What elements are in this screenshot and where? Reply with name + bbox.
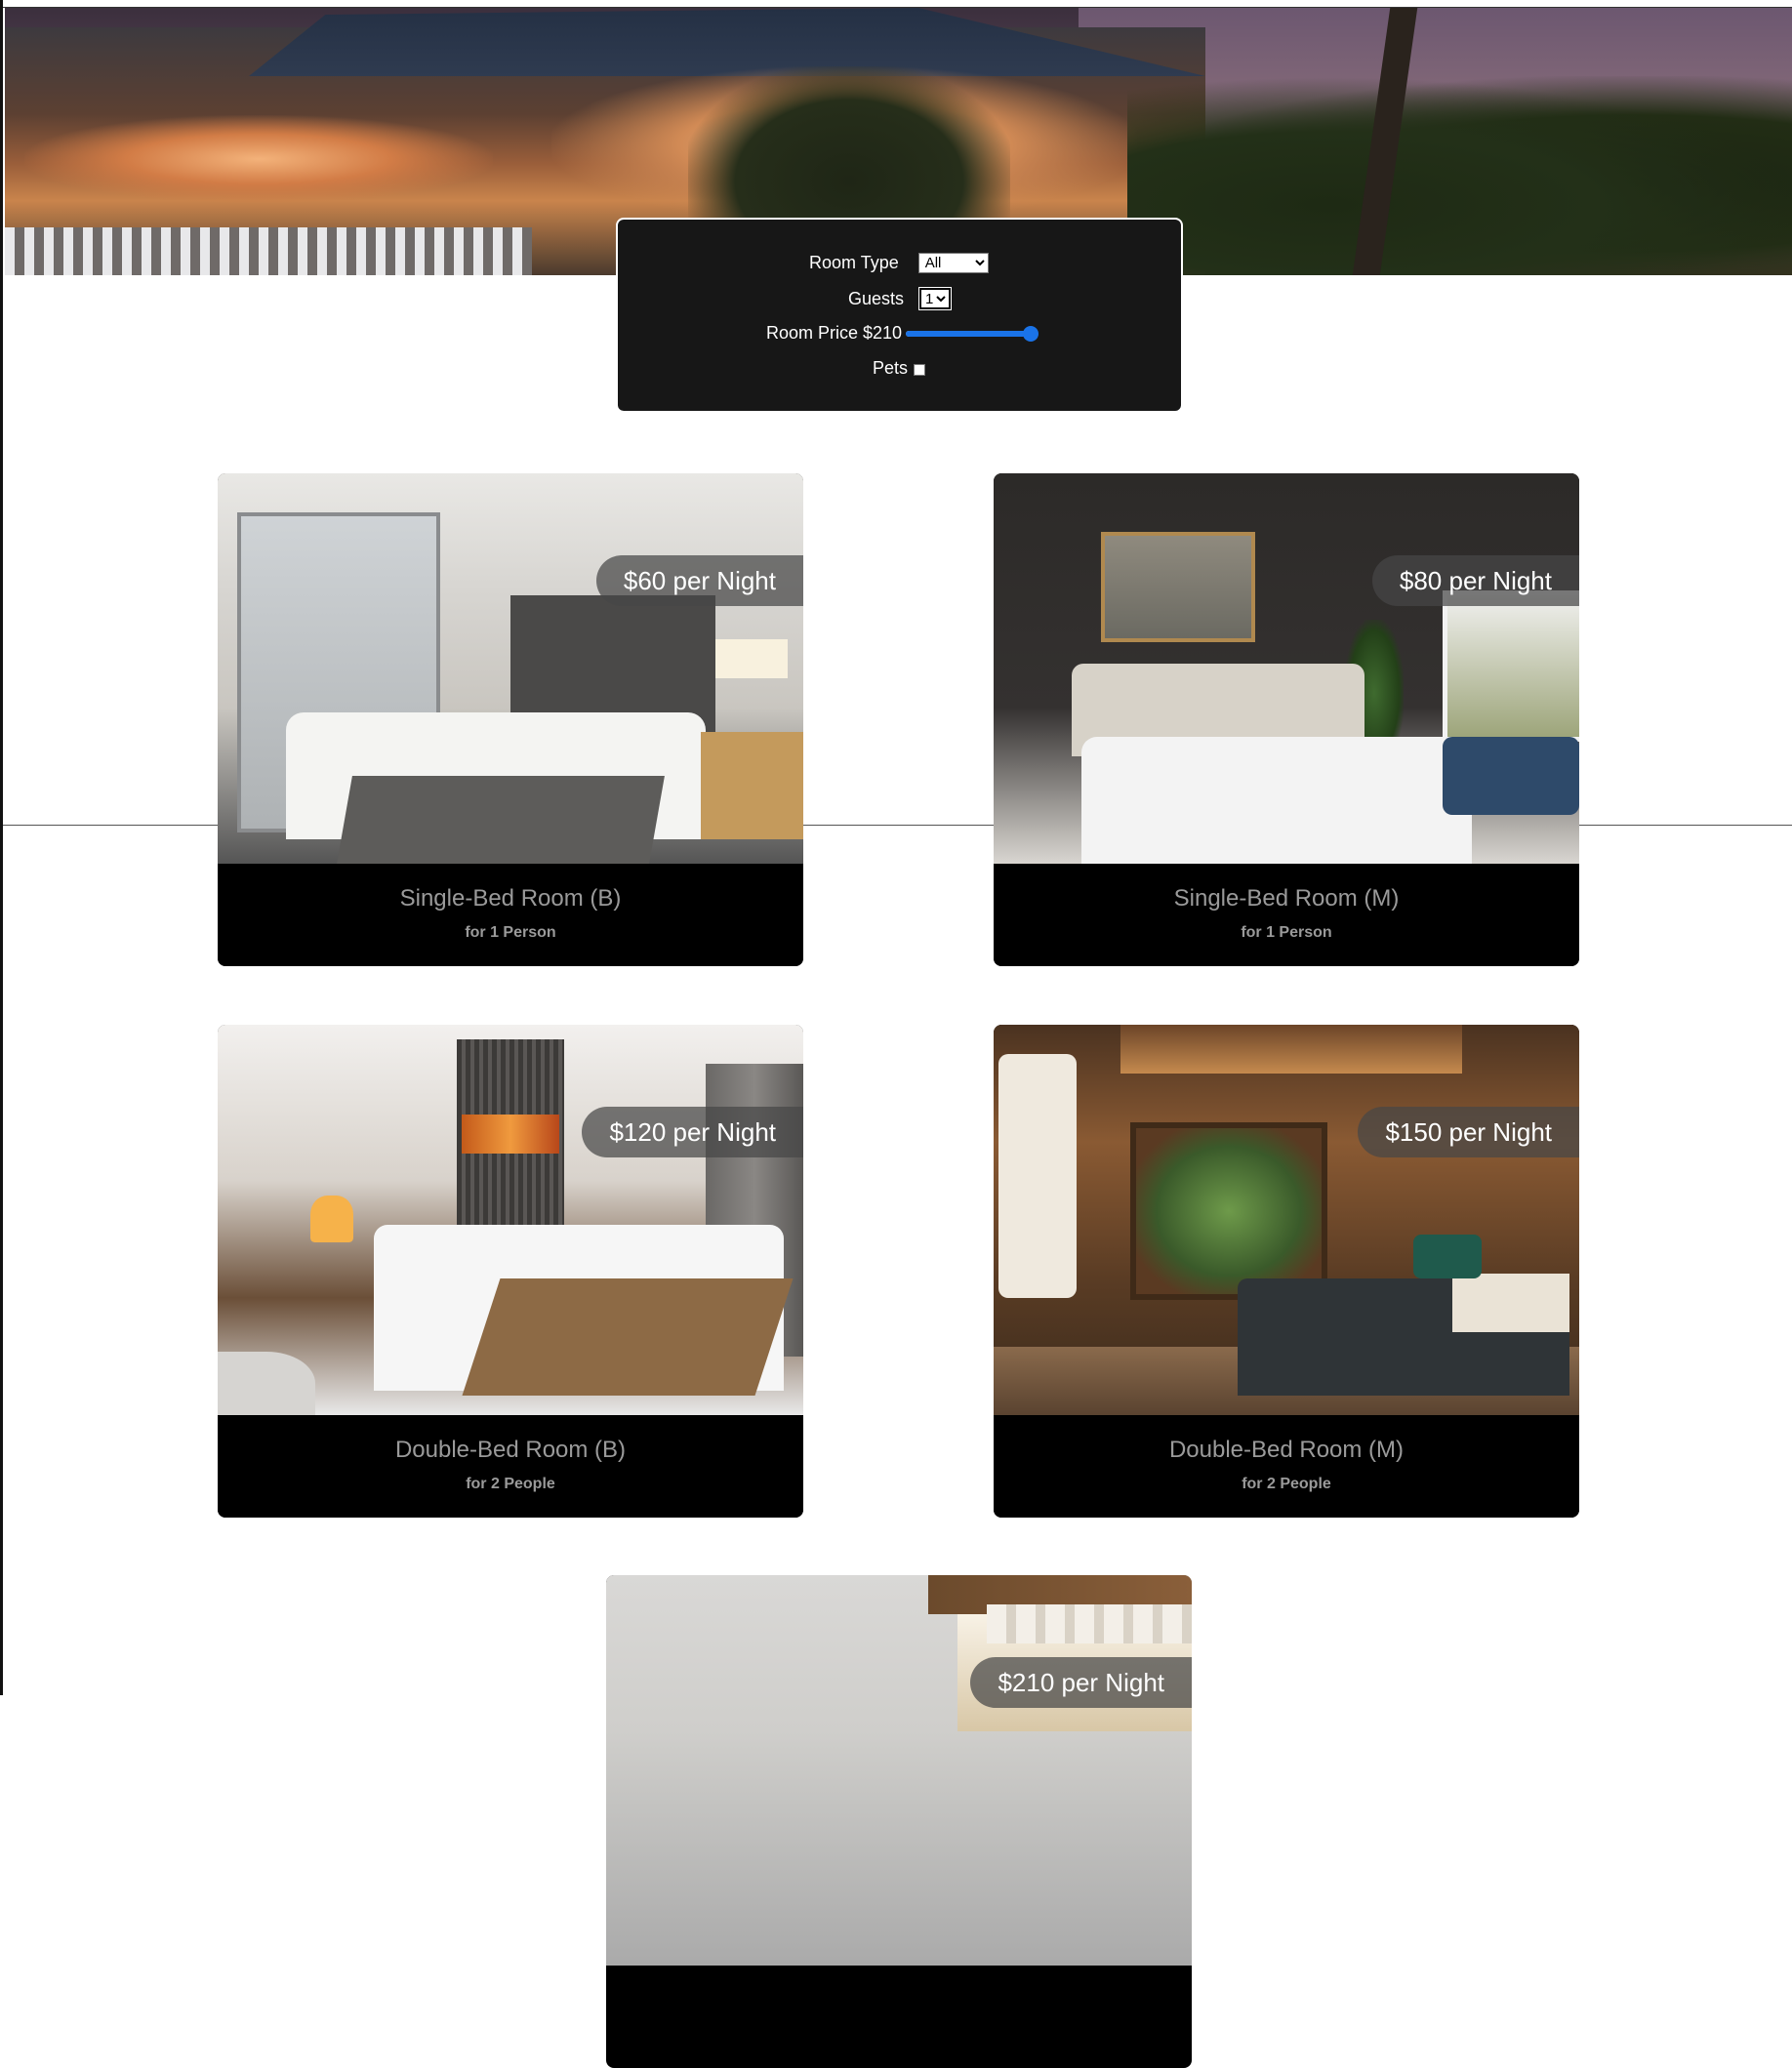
room-name: Single-Bed Room (B): [399, 885, 622, 912]
room-name: Single-Bed Room (M): [1173, 885, 1400, 912]
photo-fireplace: [462, 1115, 559, 1154]
room-card[interactable]: $150 per Night Double-Bed Room (M) for 2…: [994, 1025, 1579, 1518]
photo-sofa: [1443, 737, 1579, 815]
hero-trees: [1127, 76, 1792, 275]
room-info: Single-Bed Room (M) for 1 Person: [994, 864, 1579, 966]
room-info: Single-Bed Room (B) for 1 Person: [218, 864, 803, 966]
room-price-label: Room Price $210: [766, 323, 903, 343]
slider-fill: [906, 330, 1032, 337]
photo-bed: [1081, 737, 1472, 864]
photo-window: [1443, 590, 1579, 742]
room-capacity: for 2 People: [466, 1476, 555, 1492]
hero-fence: [5, 227, 532, 275]
photo-art: [1101, 532, 1255, 642]
price-badge: $60 per Night: [595, 555, 803, 606]
page-left-border: [0, 0, 3, 1695]
room-type-label: Room Type: [809, 253, 899, 272]
room-search-panel: Room Type All Guests 1 Room Price $210 P…: [616, 218, 1183, 413]
room-photo: $210 per Night: [606, 1575, 1192, 1966]
room-info: Double-Bed Room (M) for 2 People: [994, 1415, 1579, 1518]
pets-checkbox[interactable]: [914, 363, 926, 376]
room-type-row: Room Type All: [809, 253, 989, 273]
room-card[interactable]: $210 per Night: [606, 1575, 1192, 2068]
room-photo: $60 per Night: [218, 473, 803, 864]
room-info: Double-Bed Room (B) for 2 People: [218, 1415, 803, 1518]
hero-light: [24, 115, 493, 203]
price-badge: $80 per Night: [1371, 555, 1579, 606]
room-photo: $80 per Night: [994, 473, 1579, 864]
room-card[interactable]: $60 per Night Single-Bed Room (B) for 1 …: [218, 473, 803, 966]
photo-window: [1130, 1122, 1327, 1300]
room-photo: $120 per Night: [218, 1025, 803, 1415]
room-card[interactable]: $120 per Night Double-Bed Room (B) for 2…: [218, 1025, 803, 1518]
price-row: Room Price $210: [766, 323, 1039, 344]
photo-curtain: [987, 1604, 1192, 1643]
room-type-select[interactable]: All: [917, 253, 989, 273]
photo-robe: [998, 1054, 1077, 1298]
guests-label: Guests: [848, 288, 905, 308]
price-badge: $210 per Night: [970, 1657, 1192, 1708]
pets-label: Pets: [873, 358, 909, 378]
room-card[interactable]: $80 per Night Single-Bed Room (M) for 1 …: [994, 473, 1579, 966]
room-photo: $150 per Night: [994, 1025, 1579, 1415]
room-name: Double-Bed Room (B): [394, 1437, 627, 1463]
price-badge: $150 per Night: [1358, 1107, 1579, 1157]
photo-throw: [337, 776, 665, 864]
photo-pillow: [1413, 1235, 1482, 1278]
room-capacity: for 1 Person: [465, 924, 556, 941]
photo-table: [701, 732, 803, 839]
price-badge: $120 per Night: [582, 1107, 803, 1157]
photo-runner: [462, 1278, 794, 1396]
photo-table: [218, 1352, 315, 1415]
photo-sheet: [1452, 1274, 1569, 1332]
guests-row: Guests 1: [848, 287, 953, 310]
photo-lamp: [715, 639, 788, 678]
room-capacity: for 2 People: [1242, 1476, 1331, 1492]
photo-lamp: [310, 1196, 353, 1242]
pets-row: Pets: [873, 358, 926, 379]
room-price-slider[interactable]: [906, 325, 1039, 342]
guests-select[interactable]: 1: [918, 287, 953, 310]
room-name: Double-Bed Room (M): [1168, 1437, 1405, 1463]
page-top-border: [3, 0, 1792, 8]
photo-ceiling: [1120, 1025, 1462, 1074]
room-capacity: for 1 Person: [1241, 924, 1332, 941]
slider-thumb[interactable]: [1023, 325, 1039, 342]
